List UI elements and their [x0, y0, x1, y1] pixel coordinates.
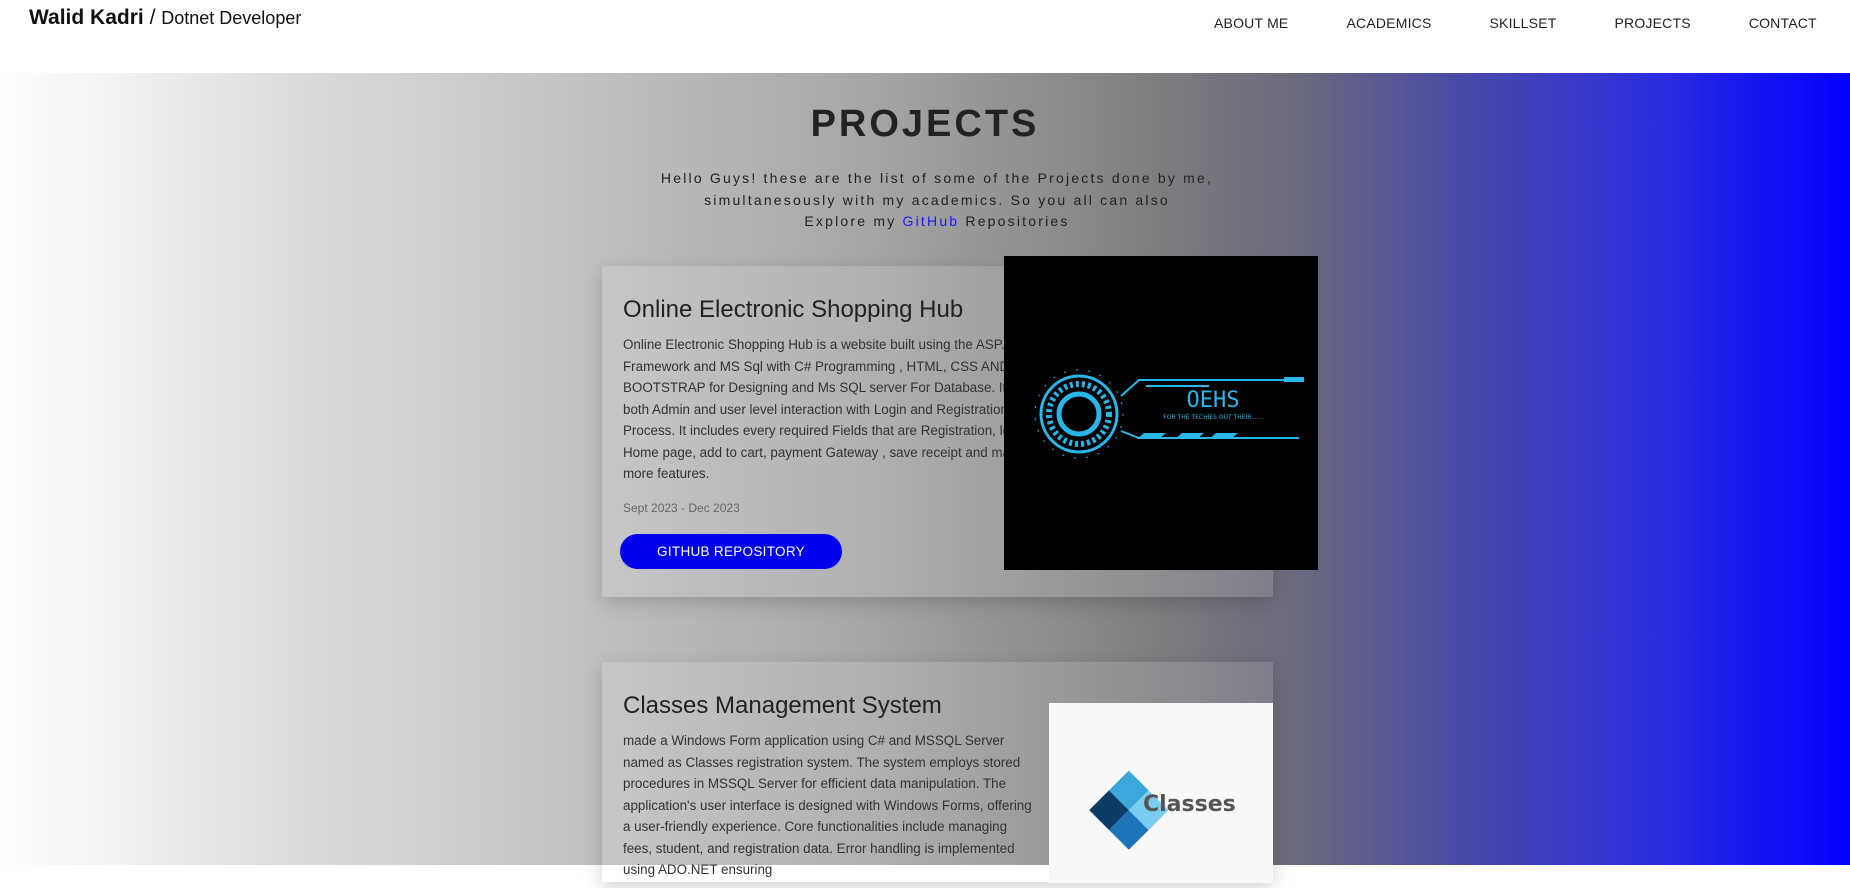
brand[interactable]: Walid Kadri / Dotnet Developer: [29, 6, 301, 30]
nav-skillset[interactable]: SKILLSET: [1490, 15, 1557, 31]
project-title: Classes Management System: [623, 692, 942, 719]
section-title: PROJECTS: [810, 103, 1040, 145]
project-title: Online Electronic Shopping Hub: [623, 296, 964, 323]
oehs-logo-subtext: FOR THE TECHIES OUT THEIR......: [1163, 414, 1262, 421]
top-navbar: Walid Kadri / Dotnet Developer ABOUT ME …: [0, 0, 1850, 73]
oehs-logo-icon: OEHS FOR THE TECHIES OUT THEIR......: [1034, 369, 1304, 459]
main-nav: ABOUT ME ACADEMICS SKILLSET PROJECTS CON…: [1214, 15, 1817, 31]
brand-role: Dotnet Developer: [161, 8, 302, 28]
brand-separator: /: [143, 6, 162, 29]
intro-line-2: simultanesously with my academics. So yo…: [704, 191, 1170, 208]
classes-logo-text: Classes: [1143, 792, 1236, 817]
intro-line-3-pre: Explore my: [804, 213, 903, 229]
brand-name: Walid Kadri: [29, 6, 144, 29]
github-repository-button[interactable]: GITHUB REPOSITORY: [620, 534, 842, 569]
project-description: made a Windows Form application using C#…: [623, 733, 1032, 877]
project-description: Online Electronic Shopping Hub is a webs…: [623, 337, 1032, 481]
section-intro: Hello Guys! these are the list of some o…: [600, 168, 1274, 233]
intro-line-3-post: Repositories: [959, 213, 1070, 229]
project-image-oehs: OEHS FOR THE TECHIES OUT THEIR......: [1004, 256, 1318, 570]
nav-contact[interactable]: CONTACT: [1749, 15, 1817, 31]
classes-logo-icon: Classes: [1089, 770, 1236, 850]
intro-line-1: Hello Guys! these are the list of some o…: [660, 170, 1214, 186]
intro-line-3: Explore my GitHub Repositories: [600, 211, 1274, 233]
github-link[interactable]: GitHub: [903, 213, 960, 229]
nav-projects[interactable]: PROJECTS: [1614, 15, 1690, 31]
project-image-classes: Classes: [1049, 703, 1273, 883]
oehs-logo-text: OEHS: [1187, 388, 1240, 413]
nav-about-me[interactable]: ABOUT ME: [1214, 15, 1288, 31]
project-date: Sept 2023 - Dec 2023: [623, 501, 740, 515]
nav-academics[interactable]: ACADEMICS: [1346, 15, 1431, 31]
